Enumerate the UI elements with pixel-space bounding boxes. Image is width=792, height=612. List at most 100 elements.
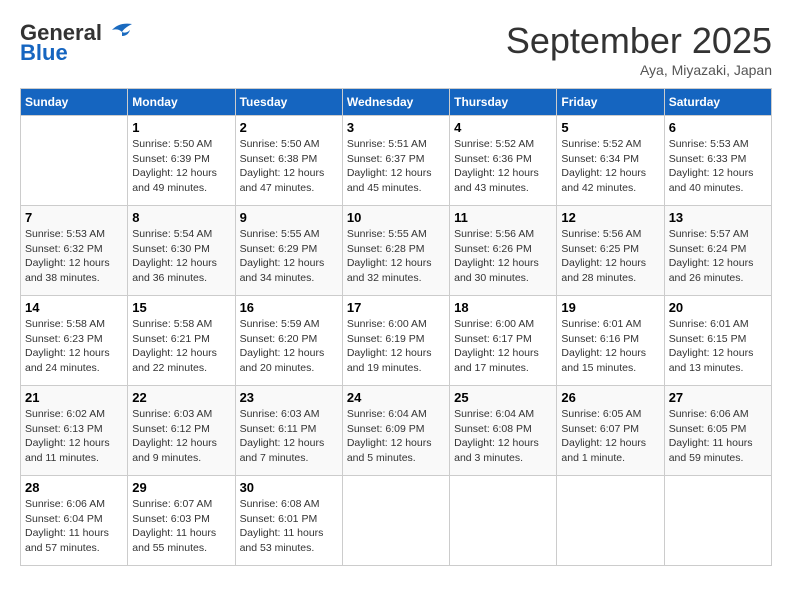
- day-number: 29: [132, 480, 230, 495]
- day-number: 27: [669, 390, 767, 405]
- day-detail: Sunrise: 6:02 AMSunset: 6:13 PMDaylight:…: [25, 407, 123, 466]
- calendar-cell: [21, 116, 128, 206]
- day-detail: Sunrise: 5:52 AMSunset: 6:36 PMDaylight:…: [454, 137, 552, 196]
- day-detail: Sunrise: 5:56 AMSunset: 6:26 PMDaylight:…: [454, 227, 552, 286]
- day-number: 13: [669, 210, 767, 225]
- calendar-cell: 16 Sunrise: 5:59 AMSunset: 6:20 PMDayligh…: [235, 296, 342, 386]
- calendar-cell: 5Sunrise: 5:52 AMSunset: 6:34 PMDaylight…: [557, 116, 664, 206]
- day-number: 6: [669, 120, 767, 135]
- day-detail: Sunrise: 5:59 AMSunset: 6:20 PMDaylight:…: [240, 317, 338, 376]
- day-number: 10: [347, 210, 445, 225]
- weekday-header-sunday: Sunday: [21, 89, 128, 116]
- day-detail: Sunrise: 5:56 AMSunset: 6:25 PMDaylight:…: [561, 227, 659, 286]
- day-detail: Sunrise: 6:01 AMSunset: 6:16 PMDaylight:…: [561, 317, 659, 376]
- day-detail: Sunrise: 5:51 AMSunset: 6:37 PMDaylight:…: [347, 137, 445, 196]
- day-number: 2: [240, 120, 338, 135]
- day-number: 22: [132, 390, 230, 405]
- calendar-cell: 24 Sunrise: 6:04 AMSunset: 6:09 PMDayligh…: [342, 386, 449, 476]
- day-number: 28: [25, 480, 123, 495]
- day-detail: Sunrise: 6:05 AMSunset: 6:07 PMDaylight:…: [561, 407, 659, 466]
- day-detail: Sunrise: 5:54 AMSunset: 6:30 PMDaylight:…: [132, 227, 230, 286]
- weekday-header-friday: Friday: [557, 89, 664, 116]
- week-row-3: 14 Sunrise: 5:58 AMSunset: 6:23 PMDayligh…: [21, 296, 772, 386]
- day-detail: Sunrise: 5:53 AMSunset: 6:33 PMDaylight:…: [669, 137, 767, 196]
- location: Aya, Miyazaki, Japan: [506, 62, 772, 78]
- calendar-cell: 10Sunrise: 5:55 AMSunset: 6:28 PMDayligh…: [342, 206, 449, 296]
- calendar-cell: 21 Sunrise: 6:02 AMSunset: 6:13 PMDayligh…: [21, 386, 128, 476]
- day-number: 7: [25, 210, 123, 225]
- calendar-cell: 23 Sunrise: 6:03 AMSunset: 6:11 PMDayligh…: [235, 386, 342, 476]
- calendar-cell: [664, 476, 771, 566]
- day-detail: Sunrise: 6:00 AMSunset: 6:17 PMDaylight:…: [454, 317, 552, 376]
- day-detail: Sunrise: 6:04 AMSunset: 6:08 PMDaylight:…: [454, 407, 552, 466]
- calendar-cell: 30Sunrise: 6:08 AMSunset: 6:01 PMDayligh…: [235, 476, 342, 566]
- calendar-cell: 26Sunrise: 6:05 AMSunset: 6:07 PMDayligh…: [557, 386, 664, 476]
- calendar-table: SundayMondayTuesdayWednesdayThursdayFrid…: [20, 88, 772, 566]
- weekday-header-row: SundayMondayTuesdayWednesdayThursdayFrid…: [21, 89, 772, 116]
- day-number: 18: [454, 300, 552, 315]
- day-number: 8: [132, 210, 230, 225]
- calendar-cell: 6 Sunrise: 5:53 AMSunset: 6:33 PMDaylight…: [664, 116, 771, 206]
- calendar-cell: 4Sunrise: 5:52 AMSunset: 6:36 PMDaylight…: [450, 116, 557, 206]
- day-number: 30: [240, 480, 338, 495]
- calendar-cell: [557, 476, 664, 566]
- calendar-cell: 11 Sunrise: 5:56 AMSunset: 6:26 PMDayligh…: [450, 206, 557, 296]
- calendar-cell: 18 Sunrise: 6:00 AMSunset: 6:17 PMDayligh…: [450, 296, 557, 386]
- calendar-cell: [342, 476, 449, 566]
- day-number: 20: [669, 300, 767, 315]
- day-detail: Sunrise: 5:58 AMSunset: 6:23 PMDaylight:…: [25, 317, 123, 376]
- calendar-cell: 28 Sunrise: 6:06 AMSunset: 6:04 PMDayligh…: [21, 476, 128, 566]
- weekday-header-wednesday: Wednesday: [342, 89, 449, 116]
- day-number: 14: [25, 300, 123, 315]
- day-detail: Sunrise: 6:04 AMSunset: 6:09 PMDaylight:…: [347, 407, 445, 466]
- logo-bird-icon: [104, 20, 134, 42]
- day-number: 24: [347, 390, 445, 405]
- weekday-header-tuesday: Tuesday: [235, 89, 342, 116]
- calendar-cell: 9Sunrise: 5:55 AMSunset: 6:29 PMDaylight…: [235, 206, 342, 296]
- calendar-cell: 13 Sunrise: 5:57 AMSunset: 6:24 PMDayligh…: [664, 206, 771, 296]
- weekday-header-thursday: Thursday: [450, 89, 557, 116]
- calendar-cell: 15 Sunrise: 5:58 AMSunset: 6:21 PMDayligh…: [128, 296, 235, 386]
- calendar-cell: [450, 476, 557, 566]
- day-detail: Sunrise: 6:01 AMSunset: 6:15 PMDaylight:…: [669, 317, 767, 376]
- day-detail: Sunrise: 5:58 AMSunset: 6:21 PMDaylight:…: [132, 317, 230, 376]
- week-row-1: 1Sunrise: 5:50 AMSunset: 6:39 PMDaylight…: [21, 116, 772, 206]
- calendar-cell: 29 Sunrise: 6:07 AMSunset: 6:03 PMDayligh…: [128, 476, 235, 566]
- day-number: 15: [132, 300, 230, 315]
- day-number: 9: [240, 210, 338, 225]
- page-header: General Blue September 2025 Aya, Miyazak…: [20, 20, 772, 78]
- week-row-2: 7 Sunrise: 5:53 AMSunset: 6:32 PMDaylight…: [21, 206, 772, 296]
- calendar-cell: 19Sunrise: 6:01 AMSunset: 6:16 PMDayligh…: [557, 296, 664, 386]
- day-number: 23: [240, 390, 338, 405]
- logo-blue-text: Blue: [20, 40, 68, 66]
- calendar-cell: 27 Sunrise: 6:06 AMSunset: 6:05 PMDayligh…: [664, 386, 771, 476]
- day-detail: Sunrise: 6:06 AMSunset: 6:04 PMDaylight:…: [25, 497, 123, 556]
- calendar-cell: 14 Sunrise: 5:58 AMSunset: 6:23 PMDayligh…: [21, 296, 128, 386]
- day-detail: Sunrise: 6:03 AMSunset: 6:11 PMDaylight:…: [240, 407, 338, 466]
- calendar-cell: 20 Sunrise: 6:01 AMSunset: 6:15 PMDayligh…: [664, 296, 771, 386]
- day-detail: Sunrise: 6:03 AMSunset: 6:12 PMDaylight:…: [132, 407, 230, 466]
- calendar-cell: 1Sunrise: 5:50 AMSunset: 6:39 PMDaylight…: [128, 116, 235, 206]
- day-detail: Sunrise: 6:07 AMSunset: 6:03 PMDaylight:…: [132, 497, 230, 556]
- logo: General Blue: [20, 20, 134, 66]
- day-detail: Sunrise: 6:06 AMSunset: 6:05 PMDaylight:…: [669, 407, 767, 466]
- day-detail: Sunrise: 5:50 AMSunset: 6:38 PMDaylight:…: [240, 137, 338, 196]
- day-detail: Sunrise: 6:00 AMSunset: 6:19 PMDaylight:…: [347, 317, 445, 376]
- weekday-header-saturday: Saturday: [664, 89, 771, 116]
- calendar-cell: 2 Sunrise: 5:50 AMSunset: 6:38 PMDaylight…: [235, 116, 342, 206]
- title-block: September 2025 Aya, Miyazaki, Japan: [506, 20, 772, 78]
- calendar-cell: 22 Sunrise: 6:03 AMSunset: 6:12 PMDayligh…: [128, 386, 235, 476]
- day-number: 11: [454, 210, 552, 225]
- calendar-cell: 7 Sunrise: 5:53 AMSunset: 6:32 PMDaylight…: [21, 206, 128, 296]
- day-number: 21: [25, 390, 123, 405]
- calendar-cell: 8 Sunrise: 5:54 AMSunset: 6:30 PMDaylight…: [128, 206, 235, 296]
- calendar-cell: 17Sunrise: 6:00 AMSunset: 6:19 PMDayligh…: [342, 296, 449, 386]
- day-number: 16: [240, 300, 338, 315]
- day-detail: Sunrise: 5:53 AMSunset: 6:32 PMDaylight:…: [25, 227, 123, 286]
- calendar-cell: 12Sunrise: 5:56 AMSunset: 6:25 PMDayligh…: [557, 206, 664, 296]
- month-title: September 2025: [506, 20, 772, 62]
- day-number: 5: [561, 120, 659, 135]
- calendar-cell: 25Sunrise: 6:04 AMSunset: 6:08 PMDayligh…: [450, 386, 557, 476]
- day-number: 1: [132, 120, 230, 135]
- day-detail: Sunrise: 5:57 AMSunset: 6:24 PMDaylight:…: [669, 227, 767, 286]
